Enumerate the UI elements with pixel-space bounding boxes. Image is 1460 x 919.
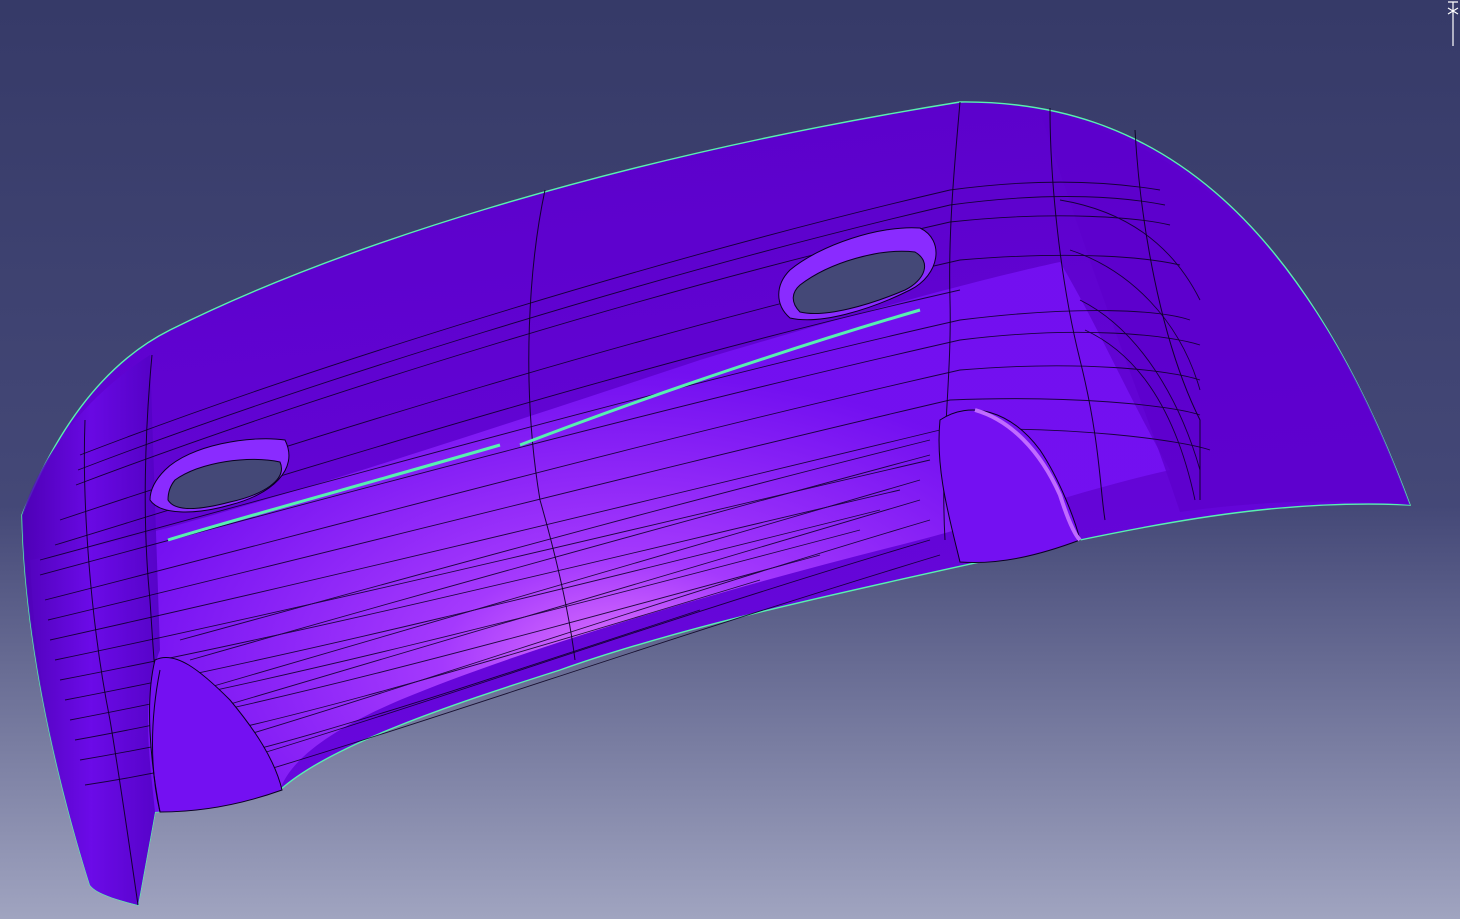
viewport-canvas[interactable] [0,0,1460,919]
compass-icon[interactable] [1446,0,1460,48]
3d-viewport[interactable] [0,0,1460,919]
